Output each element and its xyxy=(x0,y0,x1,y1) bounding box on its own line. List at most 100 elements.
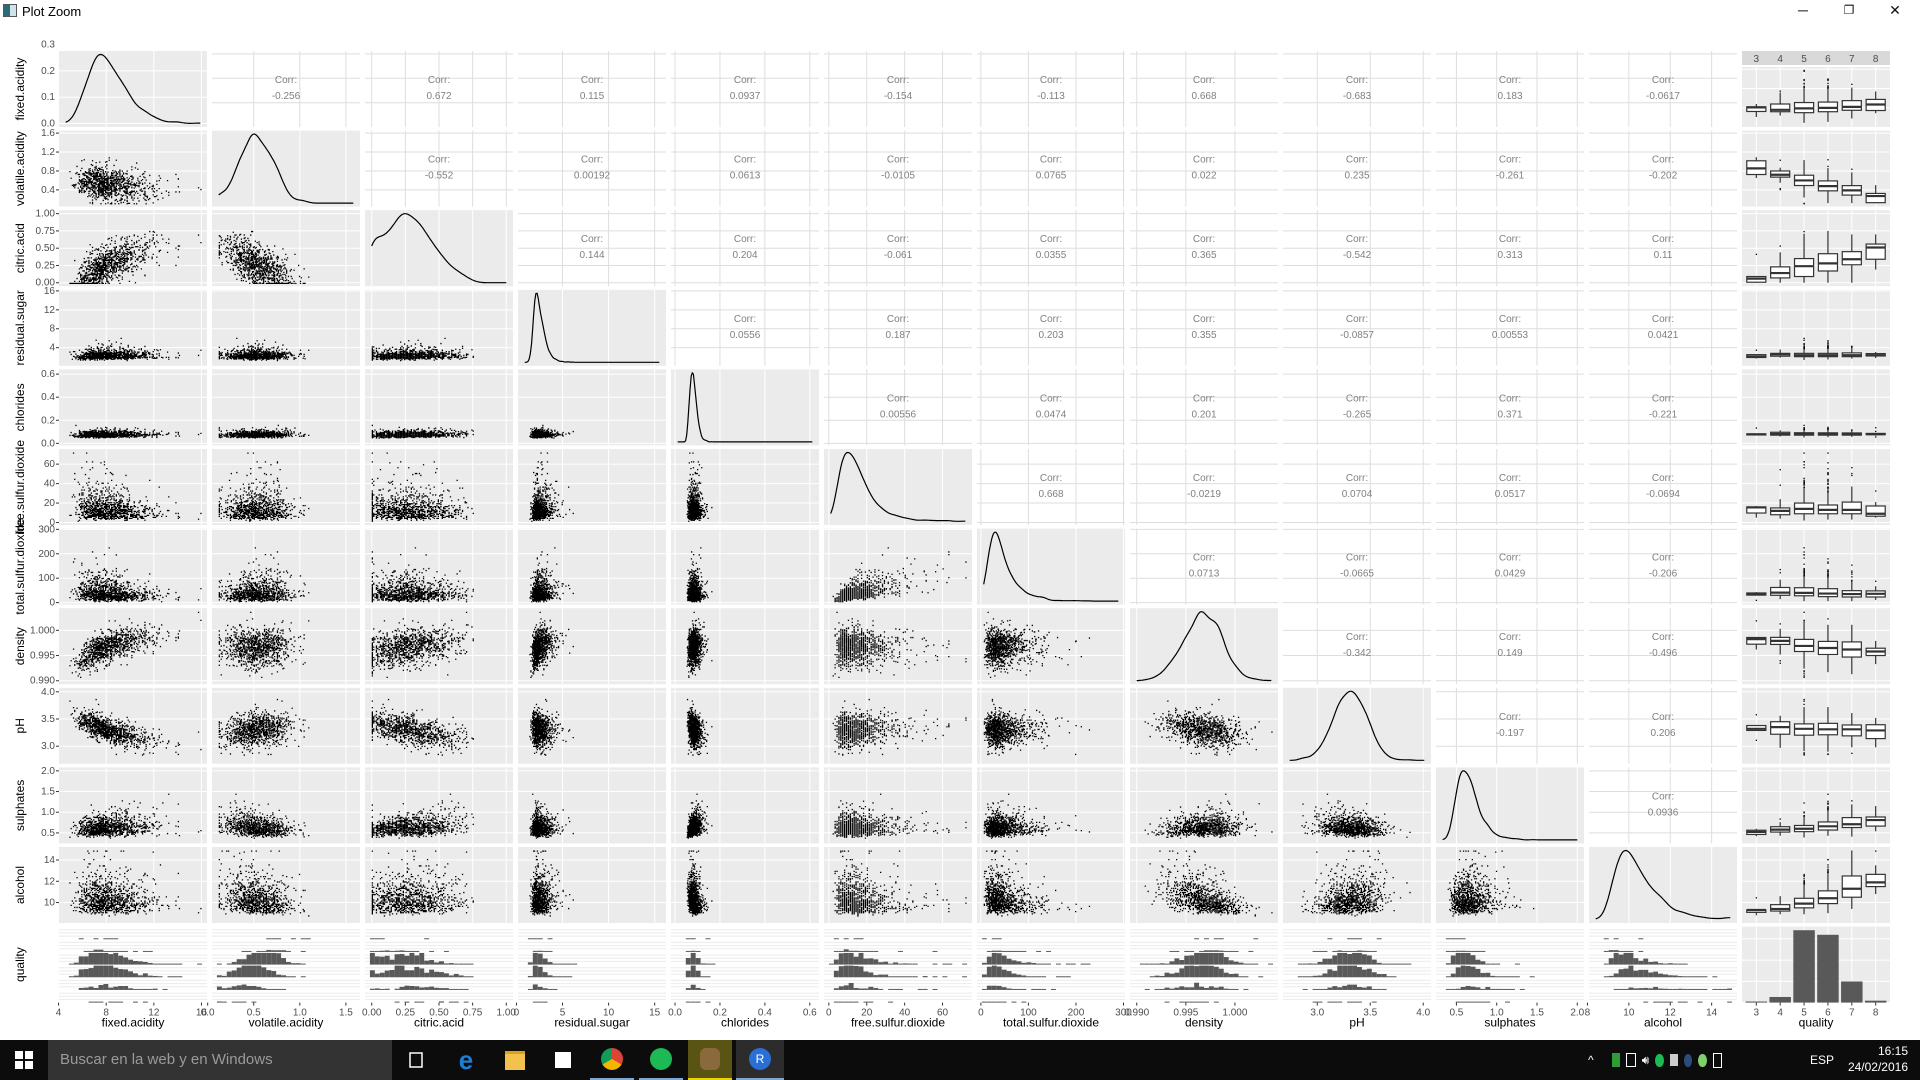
corr-value: -0.202 xyxy=(1649,171,1678,182)
corr-panel-residual.sugar-chlorides xyxy=(671,289,819,366)
corr-value: -0.113 xyxy=(1037,91,1065,102)
x-tick-label: 4.0 xyxy=(1416,1008,1430,1019)
task-view-button[interactable] xyxy=(396,1040,436,1080)
x-tick-label: 0 xyxy=(978,1008,984,1019)
y-tick-label: 0.25 xyxy=(36,260,56,271)
network-icon[interactable] xyxy=(1625,1053,1636,1067)
taskbar-app-edge[interactable]: e xyxy=(444,1040,488,1080)
corr-value: 0.204 xyxy=(732,250,757,261)
row-label-volatile.acidity: volatile.acidity xyxy=(13,131,27,206)
row-label-density: density xyxy=(13,627,27,665)
y-tick-label: 0.1 xyxy=(41,92,55,103)
corr-panel-fixed.acidity-volatile.acidity xyxy=(212,51,360,127)
dropbox-icon[interactable] xyxy=(1669,1054,1678,1066)
show-hidden-icons-button[interactable]: ^ xyxy=(1588,1040,1594,1080)
corr-label: Corr: xyxy=(1499,632,1521,643)
y-tick-label: 0.0 xyxy=(41,438,55,449)
corr-label: Corr: xyxy=(887,393,909,404)
corr-label: Corr: xyxy=(887,155,909,166)
facet-strip-label: 7 xyxy=(1849,54,1855,65)
corr-label: Corr: xyxy=(581,75,603,86)
corr-panel-residual.sugar-alcohol xyxy=(1589,289,1737,366)
y-tick-label: 0 xyxy=(49,598,55,609)
row-label-sulphates: sulphates xyxy=(13,780,27,831)
y-tick-label: 1.5 xyxy=(41,787,55,798)
y-tick-label: 200 xyxy=(38,549,55,560)
corr-value: 0.115 xyxy=(580,91,605,102)
corr-panel-volatile.acidity-alcohol xyxy=(1589,130,1737,207)
corr-panel-total.sulfur.dioxide-alcohol xyxy=(1589,528,1737,605)
corr-label: Corr: xyxy=(1346,75,1368,86)
corr-label: Corr: xyxy=(1040,155,1062,166)
corr-panel-chlorides-sulphates xyxy=(1436,369,1584,446)
corr-value: 0.203 xyxy=(1038,330,1063,341)
corr-value: 0.365 xyxy=(1191,250,1216,261)
scatter-panel-total.sulfur.dioxide-fixed.acidity xyxy=(59,528,207,605)
corr-label: Corr: xyxy=(1040,75,1062,86)
row-label-alcohol: alcohol xyxy=(13,866,27,904)
search-box[interactable]: Buscar en la web y en Windows xyxy=(48,1040,392,1080)
volume-icon[interactable]: 🔊︎ xyxy=(1642,1040,1650,1080)
column-label-pH: pH xyxy=(1349,1016,1364,1030)
column-label-density: density xyxy=(1185,1016,1223,1030)
scatter-panel-pH-volatile.acidity xyxy=(212,687,360,764)
corr-panel-total.sulfur.dioxide-sulphates xyxy=(1436,528,1584,605)
taskbar-app-spotify[interactable] xyxy=(639,1040,683,1080)
density-panel-pH xyxy=(1283,687,1431,764)
corr-panel-volatile.acidity-sulphates xyxy=(1436,130,1584,207)
corr-panel-density-sulphates xyxy=(1436,608,1584,685)
column-label-total.sulfur.dioxide: total.sulfur.dioxide xyxy=(1003,1016,1099,1030)
language-indicator[interactable]: ESP xyxy=(1810,1040,1834,1080)
corr-value: 0.201 xyxy=(1191,409,1216,420)
y-tick-label: 4.0 xyxy=(41,687,55,698)
column-label-residual.sugar: residual.sugar xyxy=(554,1016,629,1030)
corr-label: Corr: xyxy=(734,155,756,166)
x-tick-label: 0 xyxy=(514,1008,520,1019)
corr-value: 0.0474 xyxy=(1036,409,1067,420)
corr-label: Corr: xyxy=(1652,393,1674,404)
edge-icon: e xyxy=(458,1044,474,1075)
corr-value: 0.149 xyxy=(1497,648,1522,659)
x-tick-label: 0.0 xyxy=(201,1008,215,1019)
x-tick-label: 14 xyxy=(1706,1008,1718,1019)
corr-panel-fixed.acidity-free.sulfur.dioxide xyxy=(824,51,972,127)
corr-panel-chlorides-alcohol xyxy=(1589,369,1737,446)
taskbar-app-chrome[interactable] xyxy=(590,1040,634,1080)
column-label-quality: quality xyxy=(1799,1016,1834,1030)
utorrent-icon[interactable] xyxy=(1612,1053,1620,1067)
corr-label: Corr: xyxy=(1499,712,1521,723)
y-tick-label: 8 xyxy=(49,324,55,335)
y-tick-label: 1.6 xyxy=(41,128,55,139)
corr-value: 0.313 xyxy=(1497,250,1522,261)
clock[interactable]: 16:15 24/02/2016 xyxy=(1848,1043,1908,1075)
density-panel-chlorides xyxy=(671,369,819,446)
spotify-tray-icon[interactable] xyxy=(1655,1053,1664,1067)
green-orb-icon[interactable] xyxy=(1698,1053,1707,1067)
chrome-icon xyxy=(601,1048,623,1070)
density-panel-fixed.acidity xyxy=(59,51,207,127)
x-tick-label: 8 xyxy=(1873,1008,1879,1019)
taskbar-app-file-explorer[interactable] xyxy=(493,1040,537,1080)
column-label-sulphates: sulphates xyxy=(1484,1016,1535,1030)
corr-value: -0.197 xyxy=(1496,728,1525,739)
x-tick-label: 0.5 xyxy=(1449,1008,1463,1019)
clock-date: 24/02/2016 xyxy=(1847,1060,1908,1074)
facet-strip-label: 4 xyxy=(1777,54,1783,65)
column-label-chlorides: chlorides xyxy=(721,1016,769,1030)
taskbar-app-r[interactable]: R xyxy=(736,1040,784,1080)
steam-icon[interactable] xyxy=(1683,1053,1693,1067)
corr-label: Corr: xyxy=(1652,234,1674,245)
corr-panel-residual.sugar-density xyxy=(1130,289,1278,366)
store-icon xyxy=(555,1052,571,1068)
action-center-icon[interactable] xyxy=(1712,1052,1722,1068)
start-button[interactable] xyxy=(0,1040,48,1080)
taskbar-app-store[interactable] xyxy=(541,1040,585,1080)
corr-panel-free.sulfur.dioxide-density xyxy=(1130,449,1278,525)
corr-value: 0.00553 xyxy=(1492,330,1529,341)
corr-panel-fixed.acidity-pH xyxy=(1283,51,1431,127)
corr-label: Corr: xyxy=(1346,473,1368,484)
y-tick-label: 0.4 xyxy=(41,185,55,196)
corr-label: Corr: xyxy=(1499,553,1521,564)
taskbar-app-gimp[interactable] xyxy=(688,1040,732,1080)
y-tick-label: 0.990 xyxy=(30,676,55,687)
